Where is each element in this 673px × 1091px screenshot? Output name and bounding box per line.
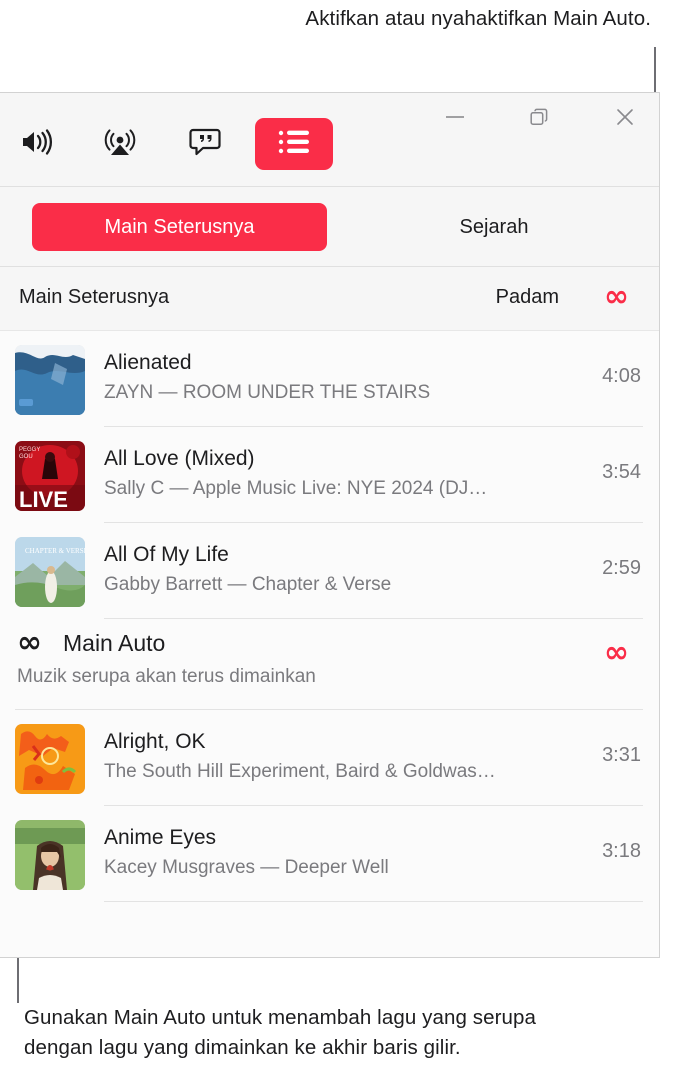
volume-button[interactable] xyxy=(11,121,63,167)
restore-icon xyxy=(528,106,550,133)
svg-text:GOU: GOU xyxy=(19,454,33,460)
close-icon xyxy=(614,106,636,133)
minimize-button[interactable] xyxy=(433,101,477,137)
queue-track-list: Alienated ZAYN — ROOM UNDER THE STAIRS 4… xyxy=(0,331,659,619)
track-duration: 3:31 xyxy=(602,744,641,766)
album-artwork xyxy=(15,724,85,794)
infinity-icon: ∞ xyxy=(17,625,42,660)
annotation-top-text: Aktifkan atau nyahaktifkan Main Auto. xyxy=(305,7,651,30)
track-info: Anime Eyes Kacey Musgraves — Deeper Well xyxy=(104,824,549,881)
table-row[interactable]: Alienated ZAYN — ROOM UNDER THE STAIRS 4… xyxy=(0,331,659,427)
volume-icon xyxy=(20,128,54,161)
track-info: Alienated ZAYN — ROOM UNDER THE STAIRS xyxy=(104,349,549,406)
track-subtitle: The South Hill Experiment, Baird & Goldw… xyxy=(104,761,496,782)
queue-header-title: Main Seterusnya xyxy=(19,286,170,308)
track-duration: 2:59 xyxy=(602,557,641,579)
lyrics-button[interactable] xyxy=(179,121,231,167)
autoplay-description: Muzik serupa akan terus dimainkan xyxy=(17,666,316,687)
svg-text:PEGGY: PEGGY xyxy=(19,447,40,453)
tab-sejarah[interactable]: Sejarah xyxy=(359,203,629,251)
close-button[interactable] xyxy=(603,101,647,137)
table-row[interactable]: Alright, OK The South Hill Experiment, B… xyxy=(0,710,659,806)
table-row[interactable]: LIVE PEGGY GOU All Love (Mixed) Sally C … xyxy=(0,427,659,523)
track-subtitle: Kacey Musgraves — Deeper Well xyxy=(104,857,389,878)
track-duration: 4:08 xyxy=(602,365,641,387)
lyrics-icon xyxy=(189,127,221,162)
queue-button[interactable] xyxy=(255,118,333,170)
toolbar xyxy=(0,93,659,187)
annotation-bottom-text: Gunakan Main Auto untuk menambah lagu ya… xyxy=(24,1006,537,1059)
track-subtitle: Gabby Barrett — Chapter & Verse xyxy=(104,574,392,595)
autoplay-track-list: Alright, OK The South Hill Experiment, B… xyxy=(0,710,659,902)
track-info: All Of My Life Gabby Barrett — Chapter &… xyxy=(104,541,549,598)
track-title: Alienated xyxy=(104,351,192,374)
airplay-icon xyxy=(104,127,136,162)
track-subtitle: ZAYN — ROOM UNDER THE STAIRS xyxy=(104,382,431,403)
row-separator xyxy=(104,901,643,902)
autoplay-infinity-icon[interactable]: ∞ xyxy=(604,282,629,312)
autoplay-toggle-button[interactable]: ∞ xyxy=(604,638,629,668)
airplay-button[interactable] xyxy=(94,121,146,167)
restore-button[interactable] xyxy=(517,101,561,137)
track-info: Alright, OK The South Hill Experiment, B… xyxy=(104,728,549,785)
track-title: All Of My Life xyxy=(104,543,229,566)
album-artwork xyxy=(15,820,85,890)
clear-queue-button[interactable]: Padam xyxy=(496,286,559,309)
album-artwork: LIVE PEGGY GOU xyxy=(15,441,85,511)
track-duration: 3:54 xyxy=(602,461,641,483)
track-title: Alright, OK xyxy=(104,730,206,753)
autoplay-title: Main Auto xyxy=(63,630,166,656)
track-title: Anime Eyes xyxy=(104,826,217,849)
track-subtitle: Sally C — Apple Music Live: NYE 2024 (DJ… xyxy=(104,478,488,499)
album-artwork: CHAPTER & VERSE xyxy=(15,537,85,607)
svg-text:LIVE: LIVE xyxy=(19,487,68,511)
autoplay-section-header: ∞ Main Auto Muzik serupa akan terus dima… xyxy=(0,619,659,710)
svg-text:CHAPTER & VERSE: CHAPTER & VERSE xyxy=(25,547,85,555)
table-row[interactable]: CHAPTER & VERSE All Of My Life Gabby Bar… xyxy=(0,523,659,619)
queue-list-icon xyxy=(277,129,311,160)
track-title: All Love (Mixed) xyxy=(104,447,255,470)
track-duration: 3:18 xyxy=(602,840,641,862)
table-row[interactable]: Anime Eyes Kacey Musgraves — Deeper Well… xyxy=(0,806,659,902)
tab-bar: Main Seterusnya Sejarah xyxy=(0,187,659,267)
queue-section-header: Main Seterusnya Padam ∞ xyxy=(0,267,659,331)
music-app-window: Main Seterusnya Sejarah Main Seterusnya … xyxy=(0,92,660,958)
minimize-icon xyxy=(444,110,466,128)
album-artwork xyxy=(15,345,85,415)
tab-main-seterusnya[interactable]: Main Seterusnya xyxy=(32,203,327,251)
track-info: All Love (Mixed) Sally C — Apple Music L… xyxy=(104,445,549,502)
